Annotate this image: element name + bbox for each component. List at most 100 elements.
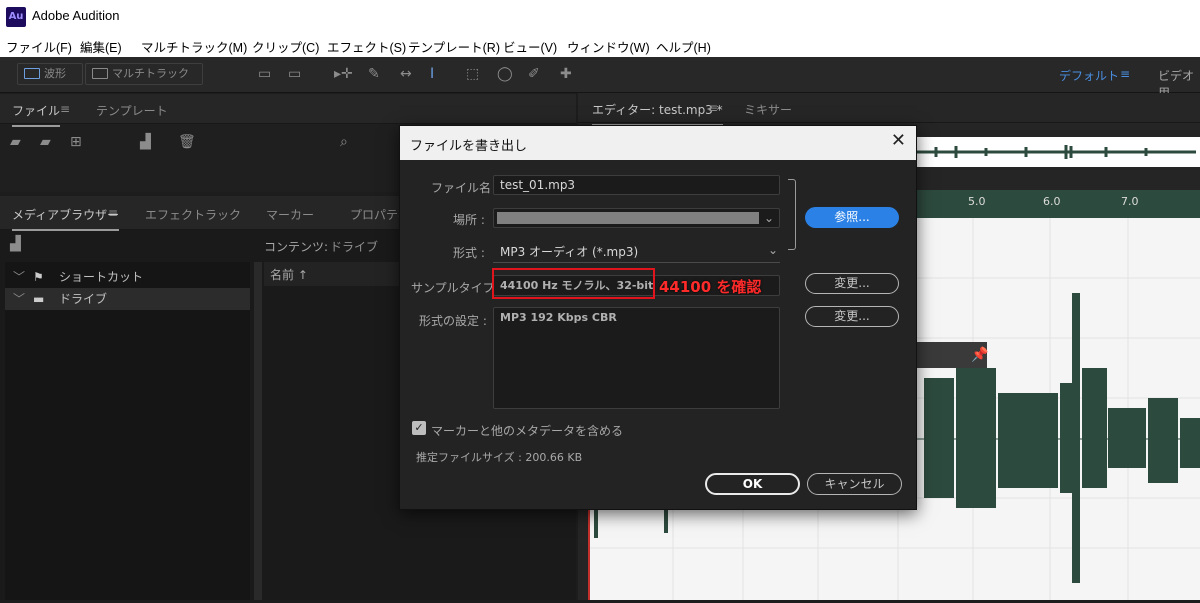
flag-icon: ⚑ xyxy=(33,270,44,284)
tree-item-shortcuts[interactable]: ﹀ ⚑ ショートカット xyxy=(5,266,250,288)
open-file-icon[interactable]: ▰ xyxy=(10,134,21,150)
filename-input[interactable]: test_01.mp3 xyxy=(493,175,780,195)
pane-splitter[interactable] xyxy=(254,262,262,600)
tab-markers[interactable]: マーカー xyxy=(266,206,314,223)
format-settings-value: MP3 192 Kbps CBR xyxy=(493,307,780,409)
location-label: 場所 : xyxy=(453,213,485,227)
razor-tool-icon[interactable]: ✎ xyxy=(368,66,380,82)
lasso-tool-icon[interactable]: ◯ xyxy=(497,66,513,82)
workspace-menu-icon[interactable]: ≡ xyxy=(1120,67,1130,81)
tab-effects-rack[interactable]: エフェクトラック xyxy=(145,206,241,223)
ok-button[interactable]: OK xyxy=(705,473,800,495)
multitrack-icon xyxy=(92,68,108,79)
location-redacted xyxy=(497,212,759,224)
toolbar: 波形 マルチトラック ▭ ▭ ▸✛ ✎ ↔ Ⅰ ⬚ ◯ ✐ ✚ デフォルト ≡ … xyxy=(0,57,1200,100)
files-panel-menu-icon[interactable]: ≡ xyxy=(60,102,70,116)
waveform-view-button[interactable]: 波形 xyxy=(17,63,83,85)
menu-edit[interactable]: 編集(E) xyxy=(80,37,122,56)
format-label: 形式 : xyxy=(453,246,485,260)
tab-media-browser[interactable]: メディアブラウザー xyxy=(12,206,120,231)
overview-wave xyxy=(916,145,1196,159)
media-panel-menu-icon[interactable]: ≡ xyxy=(108,206,118,220)
waveform-icon xyxy=(24,68,40,79)
chevron-down-icon: ﹀ xyxy=(13,270,26,284)
menu-window[interactable]: ウィンドウ(W) xyxy=(567,37,650,56)
browse-button[interactable]: 参照... xyxy=(805,207,899,228)
tree-pane xyxy=(5,262,250,600)
menu-template[interactable]: テンプレート(R) xyxy=(408,37,500,56)
ruler-label: 6.0 xyxy=(1043,195,1061,208)
drive-icon: ▬ xyxy=(33,292,45,306)
menu-clip[interactable]: クリップ(C) xyxy=(252,37,319,56)
name-column-header[interactable]: 名前 ↑ xyxy=(270,266,308,283)
spectral-pitch-icon[interactable]: ▭ xyxy=(288,66,301,82)
spot-healing-icon[interactable]: ✚ xyxy=(560,66,572,82)
highlight-box xyxy=(492,268,655,299)
format-underline xyxy=(493,262,780,263)
menu-help[interactable]: ヘルプ(H) xyxy=(656,37,711,56)
close-icon[interactable]: ✕ xyxy=(891,131,906,151)
sample-type-label: サンプルタイプ : xyxy=(411,281,503,295)
filename-label: ファイル名 : xyxy=(431,181,499,195)
app-title: Adobe Audition xyxy=(32,8,120,23)
ruler-label: 5.0 xyxy=(968,195,986,208)
location-dropdown[interactable]: ⌄ xyxy=(493,208,780,228)
menu-bar: ファイル(F) 編集(E) マルチトラック(M) クリップ(C) エフェクト(S… xyxy=(0,33,1200,57)
estimated-size-text: 推定ファイルサイズ : 200.66 KB xyxy=(416,451,583,464)
import-file-icon[interactable]: ▰ xyxy=(40,134,51,150)
format-value: MP3 オーディオ (*.mp3) xyxy=(500,245,639,259)
menu-effects[interactable]: エフェクト(S) xyxy=(327,37,406,56)
tab-templates[interactable]: テンプレート xyxy=(96,102,168,119)
change-format-settings-button[interactable]: 変更... xyxy=(805,306,899,327)
spectral-frequency-icon[interactable]: ▭ xyxy=(258,66,271,82)
multitrack-label: マルチトラック xyxy=(112,67,189,80)
waveform-label: 波形 xyxy=(44,67,66,80)
dialog-title-bar: ファイルを書き出し ✕ xyxy=(400,126,916,160)
time-selection-tool-icon[interactable]: Ⅰ xyxy=(430,66,434,82)
dialog-title: ファイルを書き出し xyxy=(410,139,528,154)
format-dropdown[interactable]: MP3 オーディオ (*.mp3) ⌄ xyxy=(500,243,778,261)
chevron-down-icon: ⌄ xyxy=(763,211,774,225)
tab-files[interactable]: ファイル xyxy=(12,102,61,127)
include-markers-label: マーカーと他のメタデータを含める xyxy=(431,424,624,438)
tab-mixer[interactable]: ミキサー xyxy=(744,101,792,118)
search-icon[interactable]: ⌕ xyxy=(340,134,348,150)
editor-tabs: エディター: test.mp3 * ≡ ミキサー xyxy=(578,93,1200,126)
brush-tool-icon[interactable]: ✐ xyxy=(528,66,540,82)
tree-item-label: ドライブ xyxy=(59,292,108,306)
files-panel-tabs: ファイル ≡ テンプレート xyxy=(0,94,576,127)
hud-controls: 📌 xyxy=(917,342,988,368)
multitrack-view-button[interactable]: マルチトラック xyxy=(85,63,203,85)
chevron-down-icon: ⌄ xyxy=(767,243,778,257)
delete-icon[interactable]: 🗑 xyxy=(178,134,196,150)
contents-dropdown[interactable]: ドライブ xyxy=(330,238,378,255)
export-file-dialog: ファイルを書き出し ✕ ファイル名 : test_01.mp3 場所 : ⌄ 形… xyxy=(399,125,917,510)
marquee-tool-icon[interactable]: ⬚ xyxy=(466,66,479,82)
contents-label: コンテンツ: xyxy=(264,240,329,254)
tree-item-label: ショートカット xyxy=(59,270,144,284)
annotation-text: 44100 を確認 xyxy=(659,278,762,296)
pin-icon[interactable]: 📌 xyxy=(971,347,988,363)
chevron-down-icon: ﹀ xyxy=(13,292,26,306)
group-bracket xyxy=(788,179,796,250)
include-markers-checkbox[interactable]: ✓ xyxy=(412,421,426,435)
tree-item-drives[interactable]: ﹀ ▬ ドライブ xyxy=(5,288,250,310)
insert-multitrack-icon[interactable]: ▟ xyxy=(140,134,151,150)
cancel-button[interactable]: キャンセル xyxy=(807,473,902,495)
playhead[interactable] xyxy=(588,500,590,600)
time-ruler[interactable]: 5.0 6.0 7.0 xyxy=(910,190,1200,218)
menu-multitrack[interactable]: マルチトラック(M) xyxy=(141,37,247,56)
change-sample-type-button[interactable]: 変更... xyxy=(805,273,899,294)
tab-editor[interactable]: エディター: test.mp3 * xyxy=(592,101,723,126)
waveform-overview[interactable] xyxy=(906,137,1200,167)
workspace-default[interactable]: デフォルト xyxy=(1059,67,1119,84)
slip-tool-icon[interactable]: ↔ xyxy=(400,66,412,82)
format-settings-label: 形式の設定 : xyxy=(419,314,487,328)
editor-menu-icon[interactable]: ≡ xyxy=(708,101,718,115)
move-tool-icon[interactable]: ▸✛ xyxy=(334,66,353,82)
menu-file[interactable]: ファイル(F) xyxy=(6,37,72,56)
open-location-icon[interactable]: ▟ xyxy=(10,236,21,252)
menu-view[interactable]: ビュー(V) xyxy=(503,37,557,56)
title-bar: Au Adobe Audition xyxy=(0,0,1200,33)
new-file-icon[interactable]: ⊞ xyxy=(70,134,82,150)
